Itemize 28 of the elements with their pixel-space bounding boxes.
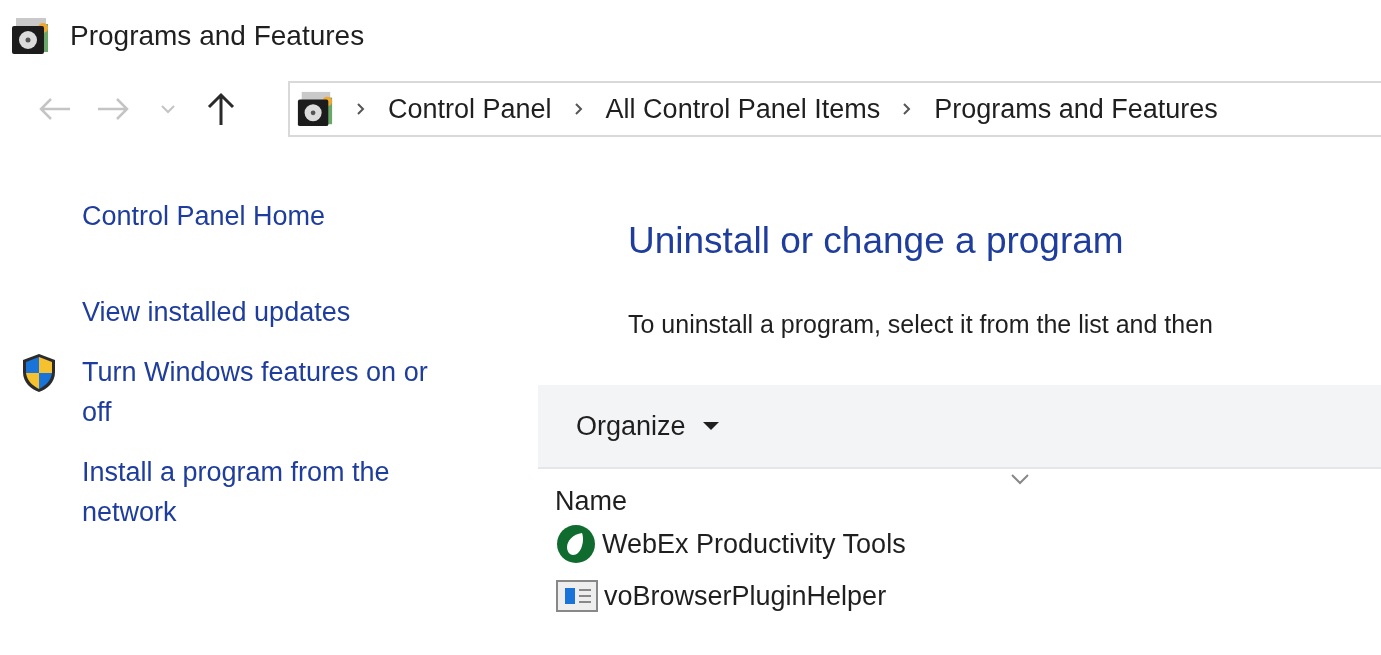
ring-icon bbox=[556, 524, 596, 564]
caret-icon bbox=[160, 104, 176, 114]
sidebar-link[interactable]: Install a program from the network bbox=[82, 452, 452, 532]
page-heading: Uninstall or change a program bbox=[628, 220, 1125, 262]
shield-icon bbox=[20, 352, 58, 394]
program-name: voBrowserPluginHelper bbox=[604, 580, 887, 612]
window-icon bbox=[556, 580, 598, 612]
chevron-icon bbox=[573, 102, 584, 116]
column-header[interactable]: Name bbox=[555, 486, 628, 517]
breadcrumb[interactable]: Programs and Features bbox=[934, 93, 1218, 125]
programs-icon bbox=[296, 90, 334, 128]
program-row[interactable]: WebEx Productivity Tools bbox=[538, 519, 1381, 569]
sort-caret-icon bbox=[1010, 473, 1030, 485]
chevron-icon bbox=[356, 102, 366, 116]
chevron-icon bbox=[902, 102, 913, 116]
instruction-text: To uninstall a program, select it from the list and then bbox=[628, 310, 1214, 339]
sidebar-link[interactable]: Turn Windows features on or off bbox=[82, 352, 452, 432]
sidebar-link[interactable]: Control Panel Home bbox=[82, 196, 452, 236]
breadcrumb[interactable]: Control Panel bbox=[388, 93, 552, 125]
window-title: Programs and Features bbox=[70, 20, 365, 52]
address-bar[interactable]: Control Panel All Control Panel Items Programs and Features bbox=[288, 81, 1381, 137]
organize-button[interactable]: Organize bbox=[566, 404, 730, 448]
program-row[interactable]: voBrowserPluginHelper bbox=[538, 571, 1381, 621]
program-name: WebEx Productivity Tools bbox=[602, 528, 906, 560]
breadcrumb[interactable]: All Control Panel Items bbox=[605, 93, 881, 125]
caret-icon bbox=[701, 421, 720, 431]
programs-icon bbox=[10, 16, 50, 56]
sidebar-link[interactable]: View installed updates bbox=[82, 292, 452, 332]
